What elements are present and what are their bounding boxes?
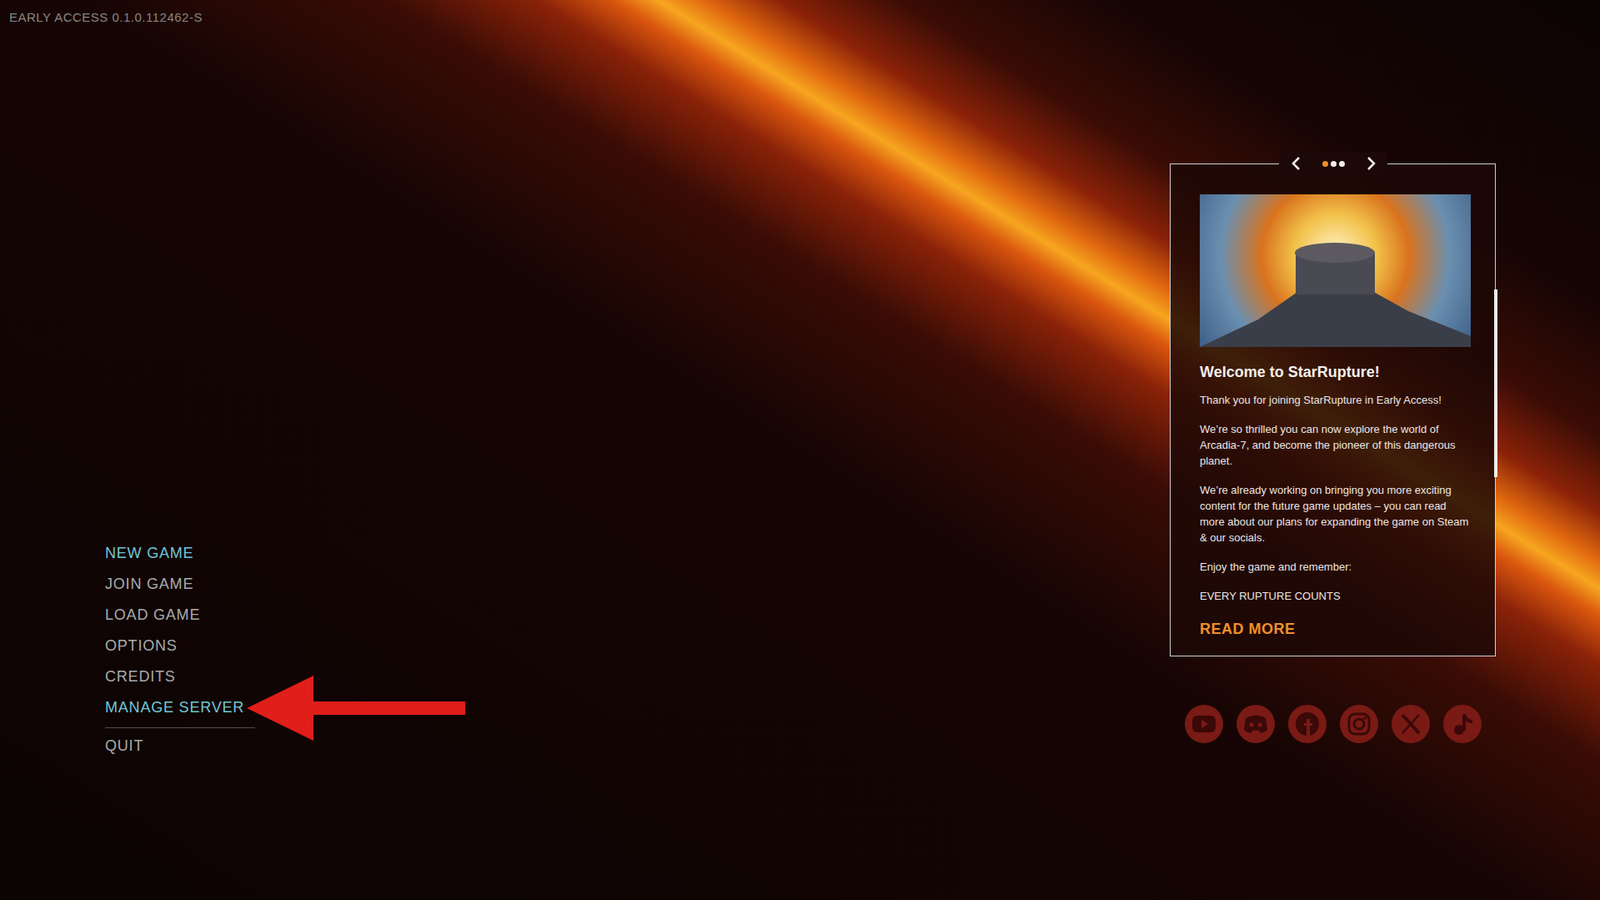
version-label: EARLY ACCESS 0.1.0.112462-S <box>9 10 1170 26</box>
chevron-right-icon[interactable] <box>1364 155 1379 172</box>
menu-item[interactable]: JOIN GAME <box>105 568 260 600</box>
news-paragraph: EVERY RUPTURE COUNTS <box>1199 587 1470 604</box>
page-dots <box>1322 160 1345 167</box>
menu-item-label[interactable]: CREDITS <box>105 665 176 688</box>
page-dot[interactable] <box>1322 160 1329 167</box>
news-carousel-nav <box>1278 151 1388 176</box>
x-icon[interactable] <box>1391 704 1430 743</box>
menu-item[interactable]: QUIT <box>105 730 260 762</box>
left-column: EARLY ACCESS 0.1.0.112462-S NEW GAME JOIN … <box>0 0 1170 900</box>
menu-item[interactable]: MANAGE SERVER <box>105 692 260 723</box>
discord-icon[interactable] <box>1236 704 1275 743</box>
menu-item-label[interactable]: OPTIONS <box>105 634 178 658</box>
news-title: Welcome to StarRupture! <box>1199 361 1470 382</box>
menu-item[interactable]: OPTIONS <box>105 630 260 662</box>
news-paragraph: We’re already working on bringing you mo… <box>1199 481 1470 546</box>
menu-item-label[interactable]: QUIT <box>105 734 144 758</box>
read-more-button[interactable]: READ MORE <box>1199 618 1470 639</box>
menu-divider <box>105 727 256 728</box>
menu-item-label[interactable]: LOAD GAME <box>105 603 201 627</box>
news-paragraph: Thank you for joining StarRupture in Ear… <box>1199 391 1470 408</box>
menu-item-label[interactable]: JOIN GAME <box>105 572 194 596</box>
page-dot[interactable] <box>1330 160 1337 167</box>
menu-item[interactable]: CREDITS <box>105 661 260 693</box>
news-image-scene <box>1199 194 1471 347</box>
news-paragraph: We’re so thrilled you can now explore th… <box>1199 421 1470 469</box>
menu-item[interactable]: NEW GAME <box>105 537 260 569</box>
menu-item-label[interactable]: NEW GAME <box>105 541 194 565</box>
red-arrow-icon <box>246 675 466 741</box>
social-links <box>1169 704 1496 743</box>
menu-item[interactable]: LOAD GAME <box>105 599 260 631</box>
menu-item-label[interactable]: MANAGE SERVER <box>105 696 245 719</box>
tiktok-icon[interactable] <box>1443 704 1482 743</box>
chevron-left-icon[interactable] <box>1289 155 1303 172</box>
news-image <box>1199 194 1471 347</box>
facebook-icon[interactable] <box>1288 704 1327 743</box>
news-body: Thank you for joining StarRupture in Ear… <box>1199 391 1470 604</box>
main-menu: NEW GAME JOIN GAME LOAD GAME OPTIONS CREDITS… <box>9 537 260 762</box>
news-paragraph: Enjoy the game and remember: <box>1199 558 1470 575</box>
right-column: Welcome to StarRupture! Thank you for joi… <box>1169 0 1496 900</box>
scrollbar-thumb[interactable] <box>1494 289 1498 477</box>
youtube-icon[interactable] <box>1184 704 1224 743</box>
news-card: Welcome to StarRupture! Thank you for joi… <box>1169 163 1496 657</box>
page-dot[interactable] <box>1339 160 1345 167</box>
instagram-icon[interactable] <box>1339 704 1379 743</box>
